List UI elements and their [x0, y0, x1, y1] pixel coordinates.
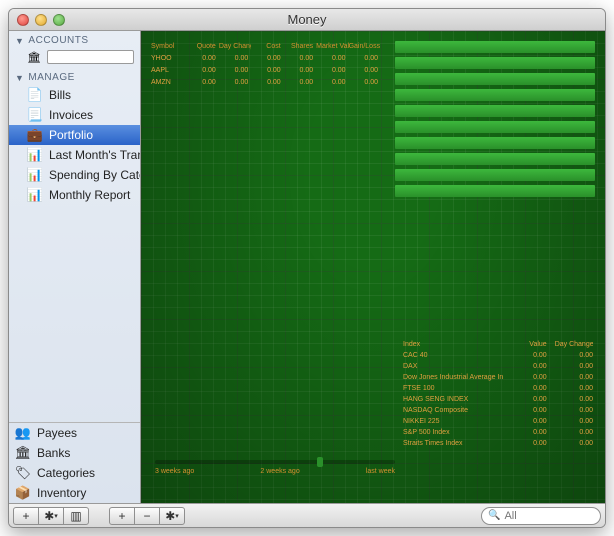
sidebar-item-bills-icon: 📄 [27, 87, 43, 103]
timeline: 3 weeks ago 2 weeks ago last week [155, 460, 395, 475]
chart-bar [395, 105, 595, 117]
sidebar-item-monthly-report-icon: 📊 [27, 187, 43, 203]
chart-bar [395, 153, 595, 165]
sidebar-item-payees-icon: 👥 [15, 425, 31, 441]
portfolio-row[interactable]: AAPL0.000.000.000.000.000.00 [151, 65, 381, 77]
chart-bar [395, 137, 595, 149]
sidebar-item-label: Invoices [49, 108, 93, 122]
window-title: Money [9, 12, 605, 27]
index-row[interactable]: FTSE 1000.000.00 [403, 383, 593, 394]
sidebar-section-manage[interactable]: ▼ MANAGE [9, 68, 140, 85]
sidebar: ▼ ACCOUNTS 🏛 ▼ MANAGE 📄 Bills 📃 Invoices 💼 Po… [9, 31, 141, 503]
portfolio-bar-chart [395, 41, 595, 201]
main-action-button[interactable]: ✱▾ [159, 507, 185, 525]
sidebar-toggle-button[interactable]: ▥ [63, 507, 89, 525]
portfolio-row[interactable]: YHOO0.000.000.000.000.000.00 [151, 53, 381, 65]
sidebar-item-spending-by-category[interactable]: 📊 Spending By Cate [9, 165, 140, 185]
search-field[interactable]: 🔍 [481, 507, 601, 525]
timeline-slider[interactable] [155, 460, 395, 464]
sidebar-item-label: Categories [37, 466, 95, 480]
chevron-down-icon: ▾ [175, 512, 179, 520]
sidebar-add-button[interactable]: + [13, 507, 39, 525]
sidebar-item-label: Monthly Report [49, 188, 130, 202]
sidebar-item-label: Portfolio [49, 128, 93, 142]
sidebar-item-spending-by-category-icon: 📊 [27, 167, 43, 183]
sidebar-item-monthly-report[interactable]: 📊 Monthly Report [9, 185, 140, 205]
main-remove-button[interactable]: − [134, 507, 160, 525]
sidebar-item-last-months-transactions[interactable]: 📊 Last Month's Tran [9, 145, 140, 165]
sidebar-item-last-months-transactions-icon: 📊 [27, 147, 43, 163]
app-window: Money ▼ ACCOUNTS 🏛 ▼ MANAGE 📄 Bills 📃 Invoi… [8, 8, 606, 528]
account-name-field[interactable] [47, 50, 134, 64]
index-row[interactable]: NIKKEI 2250.000.00 [403, 416, 593, 427]
index-row[interactable]: S&P 500 Index0.000.00 [403, 427, 593, 438]
chevron-down-icon: ▾ [54, 512, 58, 520]
bottom-toolbar: + ✱▾ ▥ + − ✱▾ 🔍 [9, 503, 605, 527]
index-row[interactable]: CAC 400.000.00 [403, 350, 593, 361]
sidebar-item-inventory-icon: 📦 [15, 485, 31, 501]
window-body: ▼ ACCOUNTS 🏛 ▼ MANAGE 📄 Bills 📃 Invoices 💼 Po… [9, 31, 605, 503]
chart-bar [395, 89, 595, 101]
search-icon: 🔍 [488, 510, 500, 521]
main-content: SymbolQuoteDay ChangeCostSharesMarket Va… [141, 31, 605, 503]
sidebar-bottom-section: 👥 Payees 🏛 Banks 🏷 Categories 📦 Inventory [9, 422, 140, 503]
search-input[interactable] [504, 510, 594, 522]
bank-icon: 🏛 [27, 51, 41, 64]
sidebar-item-categories-icon: 🏷 [15, 465, 31, 481]
zoom-window-button[interactable] [53, 14, 65, 26]
sidebar-item-banks[interactable]: 🏛 Banks [9, 443, 140, 463]
sidebar-item-bills[interactable]: 📄 Bills [9, 85, 140, 105]
main-add-button[interactable]: + [109, 507, 135, 525]
sidebar-item-invoices[interactable]: 📃 Invoices [9, 105, 140, 125]
sidebar-account-row[interactable]: 🏛 [9, 48, 140, 68]
sidebar-item-categories[interactable]: 🏷 Categories [9, 463, 140, 483]
chart-bar [395, 169, 595, 181]
sidebar-item-portfolio[interactable]: 💼 Portfolio [9, 125, 140, 145]
index-row[interactable]: NASDAQ Composite0.000.00 [403, 405, 593, 416]
sidebar-section-accounts[interactable]: ▼ ACCOUNTS [9, 31, 140, 48]
chart-bar [395, 121, 595, 133]
portfolio-row[interactable]: AMZN0.000.000.000.000.000.00 [151, 77, 381, 89]
sidebar-action-button[interactable]: ✱▾ [38, 507, 64, 525]
sidebar-item-label: Spending By Cate [49, 168, 140, 182]
disclosure-triangle-icon[interactable]: ▼ [15, 36, 24, 46]
index-row[interactable]: Straits Times Index0.000.00 [403, 438, 593, 449]
sidebar-item-invoices-icon: 📃 [27, 107, 43, 123]
sidebar-item-banks-icon: 🏛 [15, 445, 31, 461]
chart-bar [395, 41, 595, 53]
chart-bar [395, 185, 595, 197]
market-indices-table: Index Value Day Change CAC 400.000.00DAX… [403, 339, 593, 449]
sidebar-item-label: Bills [49, 88, 71, 102]
chart-bar [395, 57, 595, 69]
chart-bar [395, 73, 595, 85]
portfolio-holdings-table: SymbolQuoteDay ChangeCostSharesMarket Va… [151, 41, 381, 89]
disclosure-triangle-icon[interactable]: ▼ [15, 73, 24, 83]
minimize-window-button[interactable] [35, 14, 47, 26]
sidebar-item-inventory[interactable]: 📦 Inventory [9, 483, 140, 503]
close-window-button[interactable] [17, 14, 29, 26]
sidebar-item-label: Last Month's Tran [49, 148, 140, 162]
sidebar-item-label: Banks [37, 446, 70, 460]
index-row[interactable]: Dow Jones Industrial Average In0.000.00 [403, 372, 593, 383]
titlebar[interactable]: Money [9, 9, 605, 31]
index-row[interactable]: DAX0.000.00 [403, 361, 593, 372]
sidebar-item-label: Payees [37, 426, 77, 440]
sidebar-item-label: Inventory [37, 486, 86, 500]
sidebar-item-payees[interactable]: 👥 Payees [9, 423, 140, 443]
sidebar-item-portfolio-icon: 💼 [27, 127, 43, 143]
index-row[interactable]: HANG SENG INDEX0.000.00 [403, 394, 593, 405]
window-controls [9, 14, 65, 26]
